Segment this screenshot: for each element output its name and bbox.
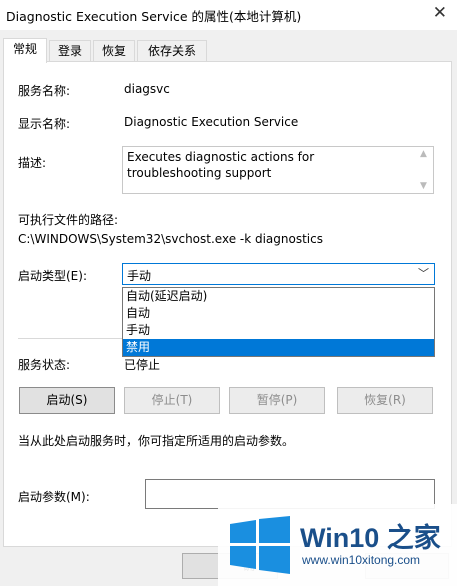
- service-name-value: diagsvc: [124, 82, 170, 96]
- resume-button[interactable]: 恢复(R): [337, 387, 433, 414]
- exe-path-label: 可执行文件的路径:: [18, 213, 119, 227]
- windows-logo-icon: [230, 516, 290, 574]
- chevron-down-icon[interactable]: ﹀: [418, 265, 429, 281]
- tab-logon[interactable]: 登录: [49, 40, 91, 61]
- tab-strip: 常规 登录 恢复 依存关系: [0, 38, 457, 63]
- display-name-label: 显示名称:: [18, 117, 71, 131]
- option-auto-delayed[interactable]: 自动(延迟启动): [123, 288, 434, 305]
- start-button[interactable]: 启动(S): [19, 387, 115, 414]
- description-label: 描述:: [18, 156, 47, 170]
- startup-type-label: 启动类型(E):: [18, 269, 87, 283]
- description-text: Executes diagnostic actions for troubles…: [127, 150, 315, 180]
- params-hint: 当从此处启动服务时，你可指定所适用的启动参数。: [18, 434, 295, 448]
- params-label: 启动参数(M):: [18, 490, 90, 504]
- exe-path-value: C:\WINDOWS\System32\svchost.exe -k diagn…: [18, 232, 323, 246]
- option-disabled[interactable]: 禁用: [123, 339, 434, 356]
- service-name-label: 服务名称:: [18, 84, 71, 98]
- status-label: 服务状态:: [18, 358, 71, 372]
- close-icon[interactable]: ✕: [433, 3, 447, 23]
- tab-dependencies[interactable]: 依存关系: [137, 40, 207, 61]
- startup-type-value: 手动: [127, 269, 152, 283]
- window-title: Diagnostic Execution Service 的属性(本地计算机): [6, 9, 302, 24]
- title-bar: Diagnostic Execution Service 的属性(本地计算机) …: [0, 0, 457, 30]
- tab-recovery[interactable]: 恢复: [93, 40, 135, 61]
- scroll-down-icon[interactable]: ▼: [420, 181, 427, 191]
- description-scrollbar[interactable]: ▲ ▼: [417, 147, 433, 193]
- startup-type-dropdown: 自动(延迟启动) 自动 手动 禁用: [122, 287, 435, 357]
- description-box[interactable]: Executes diagnostic actions for troubles…: [122, 146, 434, 194]
- option-manual[interactable]: 手动: [123, 322, 434, 339]
- display-name-value: Diagnostic Execution Service: [124, 115, 299, 129]
- option-auto[interactable]: 自动: [123, 305, 434, 322]
- startup-type-select[interactable]: 手动 ﹀: [122, 263, 435, 285]
- scroll-up-icon[interactable]: ▲: [420, 149, 427, 159]
- watermark-title: Win10 之家: [300, 523, 441, 553]
- watermark-url: www.win10xitong.com: [302, 553, 421, 567]
- pause-button[interactable]: 暂停(P): [229, 387, 325, 414]
- stop-button[interactable]: 停止(T): [124, 387, 220, 414]
- status-value: 已停止: [124, 358, 161, 372]
- tab-general[interactable]: 常规: [3, 38, 47, 63]
